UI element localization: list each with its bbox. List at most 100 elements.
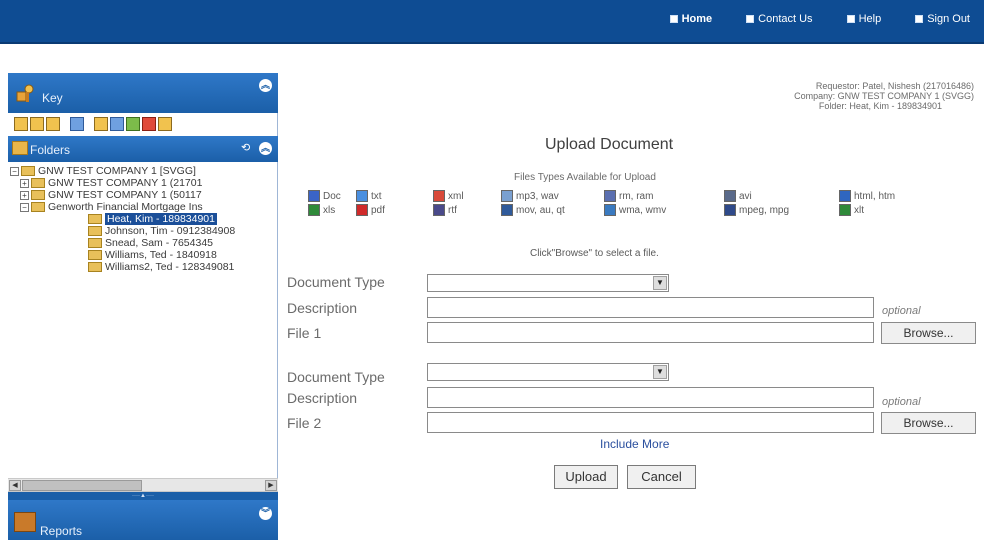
key-toolbar (14, 117, 172, 133)
xlt-file-icon (839, 204, 851, 217)
delete-icon[interactable] (142, 117, 156, 131)
nav-contact-link[interactable]: Contact Us (746, 13, 813, 25)
browse-button-1[interactable]: Browse... (881, 322, 976, 344)
nav-help-link[interactable]: Help (846, 13, 881, 25)
key-panel-header: Key ︽ (8, 73, 278, 113)
folder-lock-icon[interactable] (158, 117, 172, 131)
browse-button-2[interactable]: Browse... (881, 412, 976, 434)
tree-node-johnson[interactable]: Johnson, Tim - 0912384908 (10, 225, 276, 237)
tree-node-snead[interactable]: Snead, Sam - 7654345 (10, 237, 276, 249)
document-icon[interactable] (70, 117, 84, 131)
folders-panel-header: Folders ⟲ ︽ (8, 136, 278, 162)
wma-wmv-file-icon (604, 204, 616, 217)
tree-node-williams[interactable]: Williams, Ted - 1840918 (10, 249, 276, 261)
filetype-label: html, htm (854, 191, 896, 202)
folder-icon (88, 214, 102, 225)
tree-node-heat[interactable]: Heat, Kim - 189834901 (10, 213, 276, 225)
folders-collapse-button[interactable]: ︽ (259, 142, 272, 155)
horizontal-scrollbar[interactable]: ◀ ▶ (8, 478, 278, 492)
folder-icon (31, 178, 45, 189)
folder-icon (88, 238, 102, 249)
tree-node-label: GNW TEST COMPANY 1 [SVGG] (38, 165, 196, 177)
filetype-label: rtf (448, 205, 457, 216)
tree-node-company-2[interactable]: + GNW TEST COMPANY 1 (50117 (10, 189, 276, 201)
top-nav-bar: Home Contact Us Help Sign Out (0, 0, 984, 44)
filetype-label: mov, au, qt (516, 205, 565, 216)
scroll-left-icon[interactable]: ◀ (9, 480, 21, 491)
optional-label-1: optional (882, 305, 921, 317)
doc-file-icon (308, 190, 320, 203)
folder-shared-icon[interactable] (46, 117, 60, 131)
minus-icon[interactable]: − (20, 202, 29, 212)
filetype-label: xlt (854, 205, 864, 216)
xml-file-icon (433, 190, 445, 203)
folder-move-icon[interactable] (110, 117, 124, 131)
company-line: Company: GNW TEST COMPANY 1 (SVGG) (794, 91, 974, 101)
scroll-right-icon[interactable]: ▶ (265, 480, 277, 491)
tree-node-williams2[interactable]: Williams2, Ted - 128349081 (10, 261, 276, 273)
key-icon (16, 84, 34, 102)
approve-icon[interactable] (126, 117, 140, 131)
filetype-xml: xml (433, 190, 464, 204)
folder-new-icon[interactable] (94, 117, 108, 131)
filetype-avi: avi (724, 190, 752, 204)
file-input-1[interactable] (427, 322, 874, 343)
filetype-pdf: pdf (356, 204, 385, 218)
filetype-label: xml (448, 191, 464, 202)
upload-document-page: Home Contact Us Help Sign Out Key ︽ Fold… (0, 0, 984, 540)
panel-splitter[interactable]: ····▲···· (8, 492, 278, 500)
reports-panel-header[interactable]: Reports ︾ (8, 500, 278, 540)
file-label-2: File 2 (287, 415, 322, 431)
filetype-rtf: rtf (433, 204, 457, 218)
minus-icon[interactable]: − (10, 166, 19, 176)
filetype-xlt: xlt (839, 204, 864, 218)
document-type-select-2[interactable]: ▼ (427, 363, 669, 381)
folder-icon (21, 166, 35, 177)
plus-icon[interactable]: + (20, 190, 29, 200)
description-input-2[interactable] (427, 387, 874, 408)
signout-bullet-icon (915, 15, 924, 23)
nav-signout-link[interactable]: Sign Out (915, 13, 970, 25)
description-label-1: Description (287, 300, 358, 316)
file-input-2[interactable] (427, 412, 874, 433)
toolbar-spacer (62, 117, 68, 133)
filetype-label: Doc (323, 191, 341, 202)
document-type-label-2: Document Type (287, 369, 385, 385)
tree-node-company-1[interactable]: + GNW TEST COMPANY 1 (21701 (10, 177, 276, 189)
plus-icon[interactable]: + (20, 178, 29, 188)
description-label-2: Description (287, 390, 358, 406)
nav-signout-label: Sign Out (927, 13, 970, 25)
pdf-file-icon (356, 204, 368, 217)
description-input-1[interactable] (427, 297, 874, 318)
filetype-label: txt (371, 191, 382, 202)
tree-node-genworth[interactable]: − Genworth Financial Mortgage Ins (10, 201, 276, 213)
cancel-button[interactable]: Cancel (627, 465, 696, 489)
nav-home-link[interactable]: Home (669, 13, 713, 25)
folder-closed-icon[interactable] (14, 117, 28, 131)
file-label-1: File 1 (287, 325, 322, 341)
key-collapse-button[interactable]: ︽ (259, 79, 272, 92)
filetype-wma-wmv: wma, wmv (604, 204, 666, 218)
filetype-mpeg-mpg: mpeg, mpg (724, 204, 789, 218)
filetype-label: rm, ram (619, 191, 654, 202)
tree-node-root[interactable]: − GNW TEST COMPANY 1 [SVGG] (10, 165, 276, 177)
tree-node-label: Williams, Ted - 1840918 (105, 249, 217, 261)
filetype-label: xls (323, 205, 336, 216)
reports-expand-button[interactable]: ︾ (259, 507, 272, 520)
mpeg-mpg-file-icon (724, 204, 736, 217)
document-type-select-1[interactable]: ▼ (427, 274, 669, 292)
refresh-icon[interactable]: ⟲ (241, 142, 254, 155)
scroll-thumb[interactable] (22, 480, 142, 491)
chevron-down-icon[interactable]: ▼ (653, 276, 667, 290)
chevron-down-icon[interactable]: ▼ (653, 365, 667, 379)
document-type-label-1: Document Type (287, 274, 385, 290)
reports-icon (14, 512, 36, 532)
contact-bullet-icon (746, 15, 755, 23)
folder-open-icon[interactable] (30, 117, 44, 131)
nav-home-label: Home (681, 13, 713, 25)
include-more-link[interactable]: Include More (600, 437, 669, 451)
tree-node-label: Johnson, Tim - 0912384908 (105, 225, 236, 237)
tree-node-label: Snead, Sam - 7654345 (105, 237, 213, 249)
filetype-mov-au-qt: mov, au, qt (501, 204, 565, 218)
upload-button[interactable]: Upload (554, 465, 618, 489)
